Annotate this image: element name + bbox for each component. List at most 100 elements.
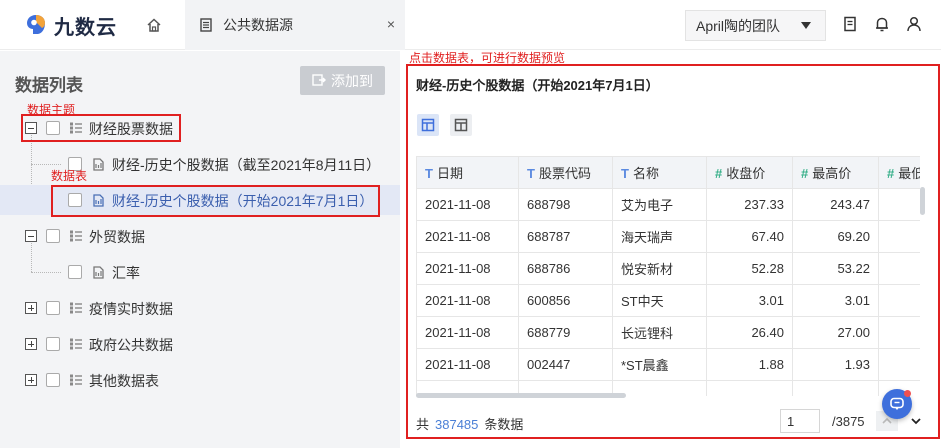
page-number-input[interactable]	[780, 409, 820, 433]
folder-list-icon	[70, 374, 82, 386]
table-cell	[792, 380, 879, 396]
caret-down-icon	[801, 22, 811, 29]
table-cell: 688779	[518, 316, 613, 349]
tree-item-label: 财经-历史个股数据（截至2021年8月11日）	[112, 157, 381, 173]
column-label: 收盘价	[726, 166, 766, 181]
expand-icon[interactable]	[25, 338, 37, 350]
annotation-table-box	[51, 185, 380, 217]
tree-item-epidemic[interactable]: 疫情实时数据	[0, 293, 400, 323]
checkbox[interactable]	[46, 337, 60, 351]
table-cell: 2021-11-08	[416, 220, 519, 253]
add-to-label: 添加到	[331, 72, 373, 89]
tree-item-exchange-rate[interactable]: 汇率	[0, 257, 400, 287]
annotation-theme-box	[21, 114, 181, 142]
collapse-icon[interactable]	[25, 230, 37, 242]
add-to-icon	[312, 74, 326, 86]
column-header[interactable]: T 名称	[612, 156, 707, 189]
table-row[interactable]: 2021-11-08 600856 ST中天 3.01 3.01	[416, 284, 920, 317]
tree-item-other[interactable]: 其他数据表	[0, 365, 400, 395]
table-row[interactable]: 2021-11-08 688787 海天瑞声 67.40 69.20	[416, 220, 920, 253]
vertical-scrollbar[interactable]	[920, 187, 925, 215]
horizontal-scrollbar[interactable]	[416, 393, 626, 398]
table-row[interactable]: 2021-11-08 688779 长远锂科 26.40 27.00	[416, 316, 920, 349]
tree-item-foreign-trade[interactable]: 外贸数据	[0, 221, 400, 251]
next-page-button[interactable]	[905, 411, 927, 431]
checkbox[interactable]	[46, 373, 60, 387]
app-logo[interactable]: 九数云	[24, 12, 117, 39]
table-icon	[93, 158, 104, 171]
table-cell	[878, 284, 920, 317]
table-cell: 2021-11-08	[416, 188, 519, 221]
table-cell: 52.28	[706, 252, 793, 285]
expand-icon[interactable]	[25, 302, 37, 314]
field-view-icon	[454, 118, 468, 132]
number-type-icon: #	[715, 166, 723, 181]
column-label: 最低价	[898, 166, 920, 181]
table-cell: *ST晨鑫	[612, 348, 707, 381]
table-cell	[878, 348, 920, 381]
table-row[interactable]: 2021-11-08 002447 *ST晨鑫 1.88 1.93	[416, 348, 920, 381]
add-to-button[interactable]: 添加到	[300, 66, 385, 95]
chat-icon	[890, 397, 904, 410]
top-bar: 九数云 公共数据源 × April陶的团队	[0, 0, 941, 50]
annotation-data-table: 数据表	[51, 169, 88, 183]
tab-public-data-source[interactable]: 公共数据源 ×	[185, 0, 405, 50]
preview-table: T日期 T股票代码 T名称 #收盘价 #最高价 #最低价 2021-11-086…	[416, 156, 920, 396]
tree-item-government[interactable]: 政府公共数据	[0, 329, 400, 359]
table-cell: 1.88	[706, 348, 793, 381]
table-cell	[878, 252, 920, 285]
notification-dot	[904, 390, 911, 397]
table-row[interactable]: 2021-11-08 688786 悦安新材 52.28 53.22	[416, 252, 920, 285]
tree-item-label: 政府公共数据	[89, 337, 173, 353]
tab-close-icon[interactable]: ×	[387, 16, 395, 32]
bell-icon[interactable]	[873, 15, 891, 33]
home-icon	[147, 18, 161, 32]
table-view-button[interactable]	[417, 114, 439, 136]
count-suffix: 条数据	[484, 417, 524, 432]
column-header[interactable]: #最低价	[878, 156, 920, 189]
count-value: 387485	[435, 417, 479, 432]
number-type-icon: #	[887, 166, 895, 181]
table-cell: 600856	[518, 284, 613, 317]
checkbox[interactable]	[46, 301, 60, 315]
tree-item-label: 其他数据表	[89, 373, 159, 389]
column-header[interactable]: T 股票代码	[518, 156, 613, 189]
column-label: 最高价	[812, 166, 852, 181]
table-cell: 海天瑞声	[612, 220, 707, 253]
table-icon	[93, 266, 104, 279]
document-icon[interactable]	[841, 15, 859, 33]
column-header[interactable]: T 日期	[416, 156, 519, 189]
table-cell	[612, 380, 707, 396]
column-header[interactable]: # 最高价	[792, 156, 879, 189]
field-view-button[interactable]	[450, 114, 472, 136]
table-cell: 1.93	[792, 348, 879, 381]
table-cell: 688798	[518, 188, 613, 221]
table-cell: 688786	[518, 252, 613, 285]
column-header[interactable]: # 收盘价	[706, 156, 793, 189]
text-type-icon: T	[621, 166, 629, 181]
page-total: /3875	[832, 414, 865, 429]
table-row[interactable]: 2021-11-08 688798 艾为电子 237.33 243.47	[416, 188, 920, 221]
folder-list-icon	[70, 338, 82, 350]
team-selector[interactable]: April陶的团队	[685, 10, 826, 41]
table-view-icon	[421, 118, 435, 132]
logo-mark-icon	[27, 15, 45, 34]
data-source-icon	[200, 18, 212, 32]
table-cell: 237.33	[706, 188, 793, 221]
table-cell	[706, 380, 793, 396]
data-grid[interactable]: T日期 T股票代码 T名称 #收盘价 #最高价 #最低价 2021-11-086…	[416, 156, 920, 396]
expand-icon[interactable]	[25, 374, 37, 386]
checkbox[interactable]	[46, 229, 60, 243]
text-type-icon: T	[425, 166, 433, 181]
table-cell: ST中天	[612, 284, 707, 317]
record-count: 共 387485 条数据	[416, 414, 523, 433]
table-cell: 2021-11-08	[416, 252, 519, 285]
table-cell: 27.00	[792, 316, 879, 349]
user-icon[interactable]	[905, 15, 923, 33]
checkbox[interactable]	[68, 265, 82, 279]
table-cell: 67.40	[706, 220, 793, 253]
table-header-row: T日期 T股票代码 T名称 #收盘价 #最高价 #最低价	[416, 156, 920, 189]
chevron-down-icon	[911, 418, 921, 425]
table-cell	[878, 316, 920, 349]
home-tab[interactable]	[124, 0, 184, 50]
